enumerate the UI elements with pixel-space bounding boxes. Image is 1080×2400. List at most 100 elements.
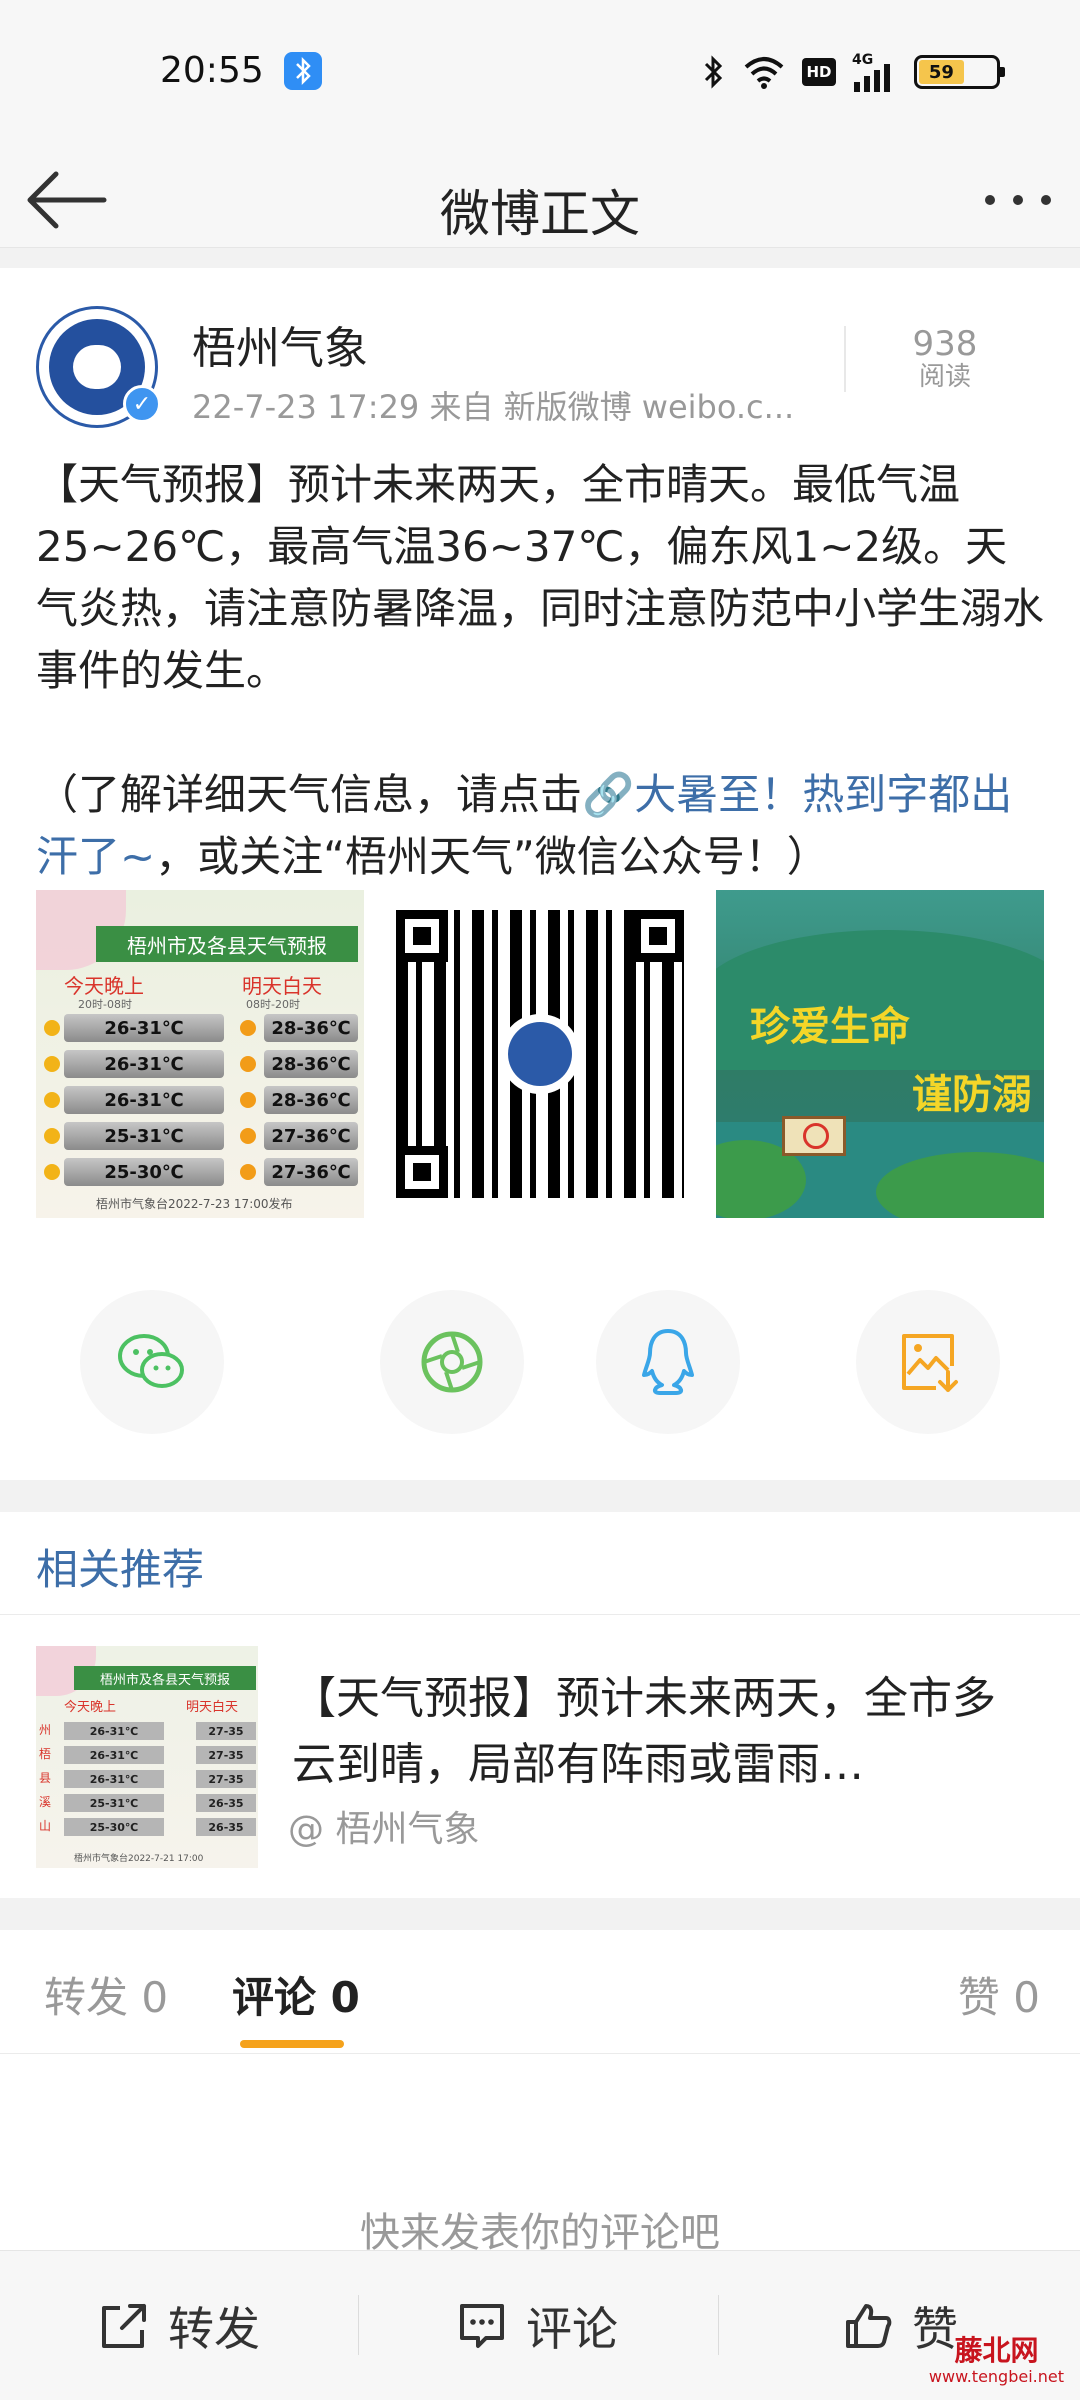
recommend-thumbnail[interactable]: 梧州市及各县天气预报 今天晚上 明天白天 州 梧 县 溪 山 26-31℃ 27-… <box>36 1646 258 1868</box>
thumb-rows: 26-31℃ 27-35 26-31℃ 27-35 26-31℃ 27-35 25-3… <box>56 1720 256 1840</box>
forecast-night: 26-31℃ <box>64 1086 224 1114</box>
top-nav-bar: 微博正文 <box>0 140 1080 248</box>
save-image-icon <box>902 1334 958 1392</box>
forecast-day: 27-36℃ <box>264 1158 358 1186</box>
comment-label: 评论 <box>526 2302 618 2356</box>
post-image-forecast[interactable]: 梧州市及各县天气预报 今天晚上 明天白天 20时-08时 08时-20时 26-… <box>36 890 364 1218</box>
post-text: ，或关注“梧州天气”微信公众号！） <box>155 832 829 881</box>
forecast-night: 25-30℃ <box>64 1158 224 1186</box>
site-watermark: 藤北网 www.tengbei.net <box>929 2334 1064 2387</box>
battery-level: 59 <box>919 60 964 84</box>
bluetooth-notification-icon <box>284 52 322 90</box>
hd-icon: HD <box>802 58 836 86</box>
post-body: 【天气预报】预计未来两天，全市晴天。最低气温25~26℃，最高气温36~37℃，… <box>36 454 1044 888</box>
forecast-night: 25-31℃ <box>64 1122 224 1150</box>
interaction-tabs: 转发 0 评论 0 赞 0 <box>0 1930 1080 2054</box>
qr-logo-icon <box>500 1014 580 1094</box>
sun-icon <box>240 1020 256 1036</box>
thumbs-up-icon <box>846 2304 892 2348</box>
repost-label: 转发 <box>168 2302 260 2356</box>
forecast-sub-right: 08时-20时 <box>246 998 300 1011</box>
post-image-qr-code[interactable] <box>376 890 704 1218</box>
sun-icon <box>240 1164 256 1180</box>
repost-icon <box>102 2304 146 2348</box>
forecast-col-tonight: 今天晚上 <box>64 974 144 998</box>
recommend-title: 相关推荐 <box>36 1545 205 1594</box>
thumb-side-labels: 州 梧 县 溪 山 <box>38 1723 51 1833</box>
thumb-footer: 梧州市气象台2022-7-21 17:00 <box>74 1854 204 1864</box>
recommend-item-source[interactable]: @ 梧州气象 <box>288 1800 479 1852</box>
recommend-item-text[interactable]: 【天气预报】预计未来两天，全市多云到晴，局部有阵雨或雷雨… <box>292 1666 1022 1798</box>
forecast-row: 26-31℃ 28-36℃ <box>36 1050 364 1078</box>
swim-slogan-2: 谨防溺 <box>912 1072 1032 1118</box>
share-moments-button[interactable] <box>380 1290 524 1434</box>
author-avatar[interactable]: ✓ <box>36 306 161 428</box>
moon-icon <box>44 1128 60 1144</box>
moon-icon <box>44 1164 60 1180</box>
section-gap <box>0 248 1080 268</box>
bottom-action-bar: 转发 评论 赞 藤北网 www.tengbei.net <box>0 2250 1080 2400</box>
author-name[interactable]: 梧州气象 <box>192 312 368 376</box>
section-gap <box>0 1480 1080 1512</box>
moments-icon <box>421 1331 483 1393</box>
thumb-header: 梧州市及各县天气预报 <box>74 1666 256 1690</box>
tab-comment[interactable]: 评论 0 <box>232 1964 360 2025</box>
status-time: 20:55 <box>160 50 264 91</box>
post-meta: 22-7-23 17:29 来自 新版微博 weibo.c... <box>192 388 795 426</box>
verified-badge-icon: ✓ <box>123 385 161 423</box>
signal-icon: 4G <box>852 52 898 92</box>
status-icons: HD 4G 59 <box>702 50 1005 94</box>
more-options-button[interactable] <box>980 180 1056 220</box>
comment-button[interactable]: 评论 <box>456 2251 618 2400</box>
qq-icon <box>642 1329 694 1395</box>
forecast-day: 27-36℃ <box>264 1122 358 1150</box>
sun-icon <box>240 1128 256 1144</box>
sun-icon <box>240 1056 256 1072</box>
forecast-sub-left: 20时-08时 <box>78 998 132 1011</box>
repost-button[interactable]: 转发 <box>98 2251 260 2400</box>
post-image-swim-safety[interactable]: 珍爱生命 谨防溺 <box>716 890 1044 1218</box>
forecast-night: 26-31℃ <box>64 1050 224 1078</box>
no-swimming-sign-icon <box>782 1116 846 1156</box>
tab-repost[interactable]: 转发 0 <box>44 1964 168 2025</box>
swim-slogan-1: 珍爱生命 <box>750 1004 910 1050</box>
tab-like[interactable]: 赞 0 <box>958 1964 1040 2025</box>
forecast-day: 28-36℃ <box>264 1014 358 1042</box>
watermark-title: 藤北网 <box>954 2334 1039 2367</box>
forecast-day: 28-36℃ <box>264 1086 358 1114</box>
status-bar: 20:55 HD 4G 59 <box>0 0 1080 140</box>
comment-icon <box>460 2304 504 2348</box>
page-title: 微博正文 <box>440 185 640 243</box>
read-count-box: 938 阅读 <box>844 326 1044 392</box>
forecast-col-tomorrow: 明天白天 <box>242 974 322 998</box>
thumb-col-right: 明天白天 <box>186 1700 239 1715</box>
post-paragraph: 【天气预报】预计未来两天，全市晴天。最低气温25~26℃，最高气温36~37℃，… <box>36 460 1045 695</box>
forecast-row: 26-31℃ 28-36℃ <box>36 1086 364 1114</box>
save-image-button[interactable] <box>856 1290 1000 1434</box>
wifi-icon <box>744 57 784 89</box>
moon-icon <box>44 1056 60 1072</box>
read-label: 阅读 <box>918 362 971 392</box>
forecast-night: 26-31℃ <box>64 1014 224 1042</box>
moon-icon <box>44 1092 60 1108</box>
forecast-row: 25-30℃ 27-36℃ <box>36 1158 364 1186</box>
share-qq-button[interactable] <box>596 1290 740 1434</box>
moon-icon <box>44 1020 60 1036</box>
tab-active-indicator <box>240 2040 344 2048</box>
more-dots-icon <box>985 195 1051 205</box>
post-text: （了解详细天气信息，请点击 <box>36 770 583 819</box>
read-count: 938 <box>912 324 978 364</box>
post-image-grid: 梧州市及各县天气预报 今天晚上 明天白天 20时-08时 08时-20时 26-… <box>36 890 1044 1218</box>
share-wechat-button[interactable] <box>80 1290 224 1434</box>
divider <box>0 1614 1080 1615</box>
section-gap <box>0 1898 1080 1930</box>
post-paragraph-link: （了解详细天气信息，请点击🔗大暑至！热到字都出汗了~，或关注“梧州天气”微信公众… <box>36 764 1044 888</box>
forecast-header: 梧州市及各县天气预报 <box>96 926 358 962</box>
forecast-row: 25-31℃ 27-36℃ <box>36 1122 364 1150</box>
thumb-col-left: 今天晚上 <box>64 1700 117 1715</box>
bluetooth-icon <box>704 55 723 89</box>
battery-icon: 59 <box>914 55 1005 89</box>
sun-icon <box>240 1092 256 1108</box>
forecast-day: 28-36℃ <box>264 1050 358 1078</box>
wechat-icon <box>118 1334 184 1388</box>
